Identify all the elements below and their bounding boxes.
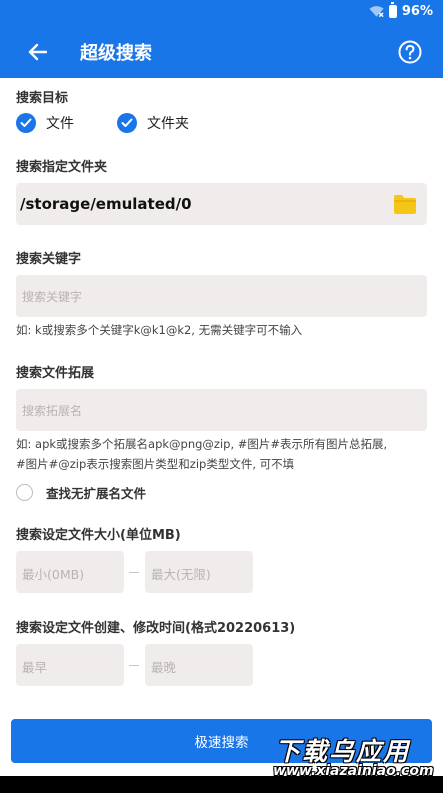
battery-level: 96%: [401, 4, 433, 19]
help-icon: [398, 40, 422, 64]
size-max-input[interactable]: 最大(无限): [145, 551, 253, 593]
time-earliest-input[interactable]: 最早: [16, 644, 124, 686]
no-extension-label: 查找无扩展名文件: [46, 486, 147, 501]
checkbox-file-label: 文件: [46, 116, 74, 132]
checkbox-folder-label: 文件夹: [147, 116, 189, 132]
keyword-placeholder: 搜索关键字: [22, 290, 83, 304]
extension-hint-line1: 如: apk或搜索多个拓展名apk@png@zip, #图片#表示所有图片总拓展…: [16, 437, 388, 451]
extension-placeholder: 搜索拓展名: [22, 404, 83, 418]
app-bar: 超级搜索: [0, 26, 443, 78]
extension-hint-line2: #图片#@zip表示搜索图片类型和zip类型文件, 可不填: [16, 457, 295, 471]
extension-input[interactable]: 搜索拓展名: [16, 389, 427, 431]
keyword-hint: 如: k或搜索多个关键字k@k1@k2, 无需关键字可不输入: [16, 323, 303, 337]
size-label: 搜索设定文件大小(单位MB): [16, 528, 181, 543]
back-arrow-icon: [28, 43, 47, 61]
size-min-input[interactable]: 最小(0MB): [16, 551, 124, 593]
watermark: 下载乌应用 www.xiazainiao.com: [267, 726, 439, 784]
status-icons: 96%: [369, 2, 433, 19]
check-icon: [16, 113, 36, 133]
battery-icon: [388, 2, 397, 18]
time-latest-placeholder: 最晚: [151, 660, 177, 675]
size-range-dash: [129, 572, 139, 573]
status-bar: 96%: [0, 0, 443, 26]
size-min-placeholder: 最小(0MB): [22, 567, 85, 582]
keyword-label: 搜索关键字: [16, 252, 82, 267]
folder-icon[interactable]: [393, 193, 417, 215]
radio-icon: [16, 484, 33, 501]
watermark-url: www.xiazainiao.com: [273, 763, 434, 779]
page-title: 超级搜索: [80, 43, 152, 64]
help-button[interactable]: [397, 39, 423, 65]
time-label: 搜索设定文件创建、修改时间(格式20220613): [16, 621, 296, 636]
checkbox-folder[interactable]: 文件夹: [117, 113, 189, 133]
time-latest-input[interactable]: 最晚: [145, 644, 253, 686]
folder-path-field[interactable]: /storage/emulated/0: [16, 183, 427, 225]
keyword-input[interactable]: 搜索关键字: [16, 275, 427, 317]
checkbox-file[interactable]: 文件: [16, 113, 74, 133]
time-range-dash: [129, 665, 139, 666]
time-earliest-placeholder: 最早: [22, 660, 48, 675]
search-target-label: 搜索目标: [16, 91, 69, 106]
check-icon: [117, 113, 137, 133]
extension-label: 搜索文件拓展: [16, 366, 95, 381]
size-max-placeholder: 最大(无限): [151, 567, 211, 582]
back-button[interactable]: [22, 38, 52, 66]
folder-label: 搜索指定文件夹: [16, 160, 108, 175]
wifi-icon: [369, 6, 384, 18]
no-extension-option[interactable]: 查找无扩展名文件: [16, 483, 146, 502]
folder-path: /storage/emulated/0: [20, 195, 192, 213]
